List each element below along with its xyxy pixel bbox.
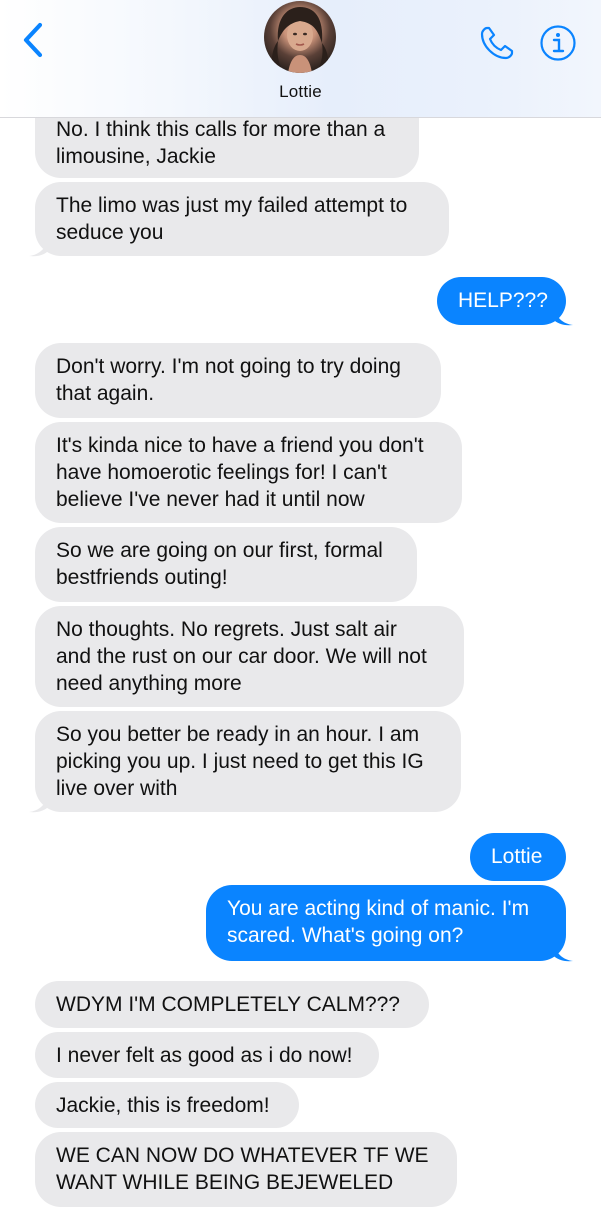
message-bubble-incoming[interactable]: So you better be ready in an hour. I am … xyxy=(35,711,461,812)
message-bubble-incoming[interactable]: It's kinda nice to have a friend you don… xyxy=(35,422,462,523)
message-bubble-incoming[interactable]: WDYM I'M COMPLETELY CALM??? xyxy=(35,981,429,1028)
info-icon[interactable] xyxy=(539,24,577,62)
message-bubble-incoming[interactable]: I never felt as good as i do now! xyxy=(35,1032,379,1078)
chevron-left-icon[interactable] xyxy=(18,20,52,60)
message-bubble-incoming[interactable]: Jackie, this is freedom! xyxy=(35,1082,299,1128)
message-bubble-incoming[interactable]: Don't worry. I'm not going to try doing … xyxy=(35,343,441,418)
conversation-header: Lottie xyxy=(0,0,601,118)
phone-icon[interactable] xyxy=(478,24,516,62)
message-bubble-outgoing[interactable]: HELP??? xyxy=(437,277,566,325)
message-bubble-outgoing[interactable]: Lottie xyxy=(470,833,566,881)
bubble-tail xyxy=(29,792,49,813)
contact-name[interactable]: Lottie xyxy=(0,82,601,102)
message-bubble-incoming[interactable]: No thoughts. No regrets. Just salt air a… xyxy=(35,606,464,707)
bubble-tail xyxy=(29,236,49,257)
message-bubble-incoming[interactable]: No. I think this calls for more than a l… xyxy=(35,110,419,178)
avatar-photo xyxy=(271,7,329,73)
message-bubble-incoming[interactable]: So we are going on our first, formal bes… xyxy=(35,527,417,602)
message-bubble-outgoing[interactable]: You are acting kind of manic. I'm scared… xyxy=(206,885,566,961)
message-thread[interactable]: No. I think this calls for more than a l… xyxy=(0,0,601,1207)
message-bubble-incoming[interactable]: WE CAN NOW DO WHATEVER TF WE WANT WHILE … xyxy=(35,1132,457,1207)
message-bubble-incoming[interactable]: The limo was just my failed attempt to s… xyxy=(35,182,449,256)
avatar[interactable] xyxy=(264,1,336,73)
bubble-tail xyxy=(553,941,573,962)
bubble-tail xyxy=(553,305,573,326)
